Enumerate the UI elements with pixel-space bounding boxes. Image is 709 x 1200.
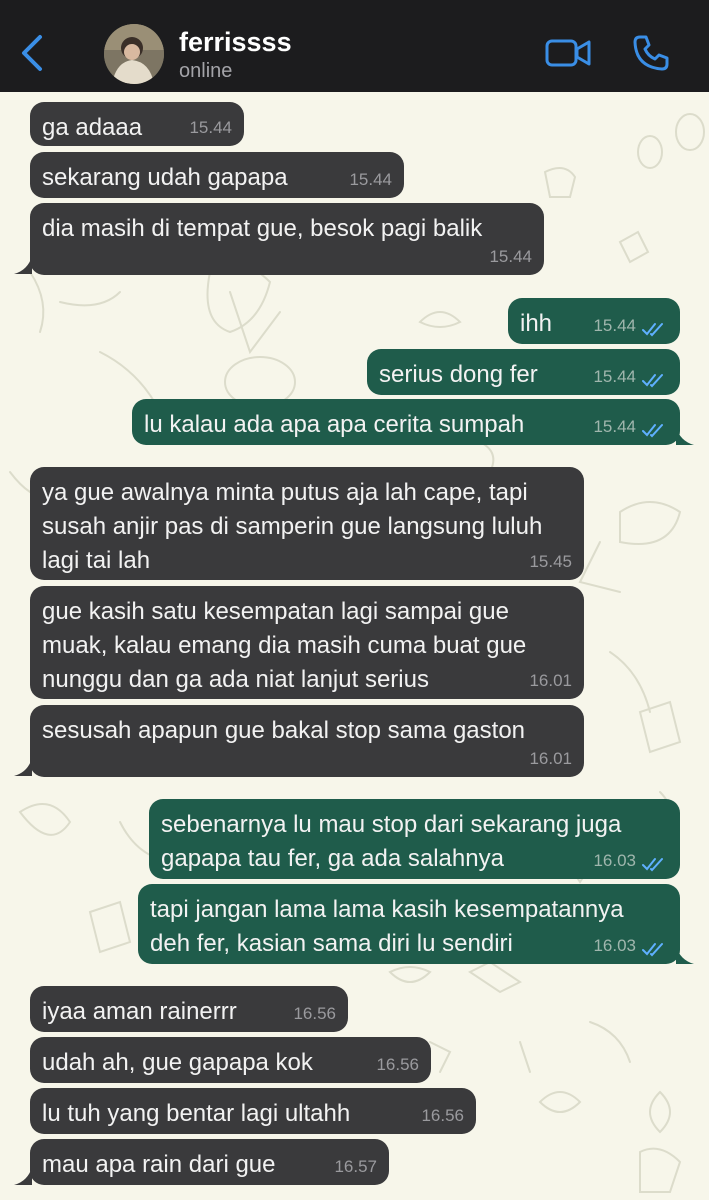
message-time: 15.44 [593,316,636,335]
video-camera-icon[interactable] [544,36,592,70]
message-text: gue kasih satu kesempatan lagi sampai gu… [42,598,527,693]
message-time: 16.57 [334,1157,377,1176]
message-incoming[interactable]: sekarang udah gapapa 15.44 [30,152,404,198]
read-ticks-icon [642,323,663,337]
message-time: 15.44 [349,170,392,189]
message-text: tapi jangan lama lama kasih kesempatanny… [150,896,624,957]
message-time: 16.03 [593,936,636,955]
contact-status: online [179,60,233,82]
bubble-tail [676,427,694,445]
message-time: 16.56 [376,1055,419,1074]
avatar[interactable] [104,24,164,84]
message-outgoing[interactable]: ihh 15.44 [508,298,680,344]
bubble-tail [14,256,32,274]
message-time: 15.44 [593,417,636,436]
message-text: sekarang udah gapapa [42,164,288,191]
message-time: 15.44 [189,118,232,137]
message-outgoing[interactable]: lu kalau ada apa apa cerita sumpah 15.44 [132,399,680,445]
message-outgoing[interactable]: sebenarnya lu mau stop dari sekarang jug… [149,799,680,879]
chat-header: ferrissss online [0,0,709,92]
read-ticks-icon [642,374,663,388]
message-incoming[interactable]: iyaa aman rainerrr 16.56 [30,986,348,1032]
message-time: 16.03 [593,851,636,870]
message-incoming[interactable]: gue kasih satu kesempatan lagi sampai gu… [30,586,584,699]
chevron-left-icon[interactable] [18,33,48,73]
bubble-tail [14,1167,32,1185]
message-time: 15.44 [593,367,636,386]
message-list[interactable]: ga adaaa 15.44 sekarang udah gapapa 15.4… [0,92,709,1200]
message-incoming[interactable]: ya gue awalnya minta putus aja lah cape,… [30,467,584,580]
message-outgoing[interactable]: serius dong fer 15.44 [367,349,680,395]
bubble-tail [14,758,32,776]
message-text: iyaa aman rainerrr [42,998,237,1025]
message-text: mau apa rain dari gue [42,1151,276,1178]
message-time: 15.45 [529,552,572,571]
contact-name[interactable]: ferrissss [179,27,292,58]
message-time: 15.44 [489,247,532,266]
message-text: udah ah, gue gapapa kok [42,1049,313,1076]
phone-icon[interactable] [632,34,670,72]
message-text: sebenarnya lu mau stop dari sekarang jug… [161,811,622,872]
message-time: 16.56 [293,1004,336,1023]
message-incoming[interactable]: lu tuh yang bentar lagi ultahh 16.56 [30,1088,476,1134]
message-time: 16.01 [529,671,572,690]
message-incoming[interactable]: mau apa rain dari gue 16.57 [30,1139,389,1185]
message-text: sesusah apapun gue bakal stop sama gasto… [42,717,526,744]
message-time: 16.01 [529,749,572,768]
message-text: lu kalau ada apa apa cerita sumpah [144,411,525,438]
message-incoming[interactable]: sesusah apapun gue bakal stop sama gasto… [30,705,584,777]
message-incoming[interactable]: dia masih di tempat gue, besok pagi bali… [30,203,544,275]
read-ticks-icon [642,943,663,957]
bubble-tail [676,946,694,964]
message-incoming[interactable]: udah ah, gue gapapa kok 16.56 [30,1037,431,1083]
message-outgoing[interactable]: tapi jangan lama lama kasih kesempatanny… [138,884,680,964]
message-text: dia masih di tempat gue, besok pagi bali… [42,215,483,242]
message-incoming[interactable]: ga adaaa 15.44 [30,102,244,146]
message-time: 16.56 [421,1106,464,1125]
read-ticks-icon [642,424,663,438]
message-text: lu tuh yang bentar lagi ultahh [42,1100,351,1127]
read-ticks-icon [642,858,663,872]
message-text: ya gue awalnya minta putus aja lah cape,… [42,479,543,574]
